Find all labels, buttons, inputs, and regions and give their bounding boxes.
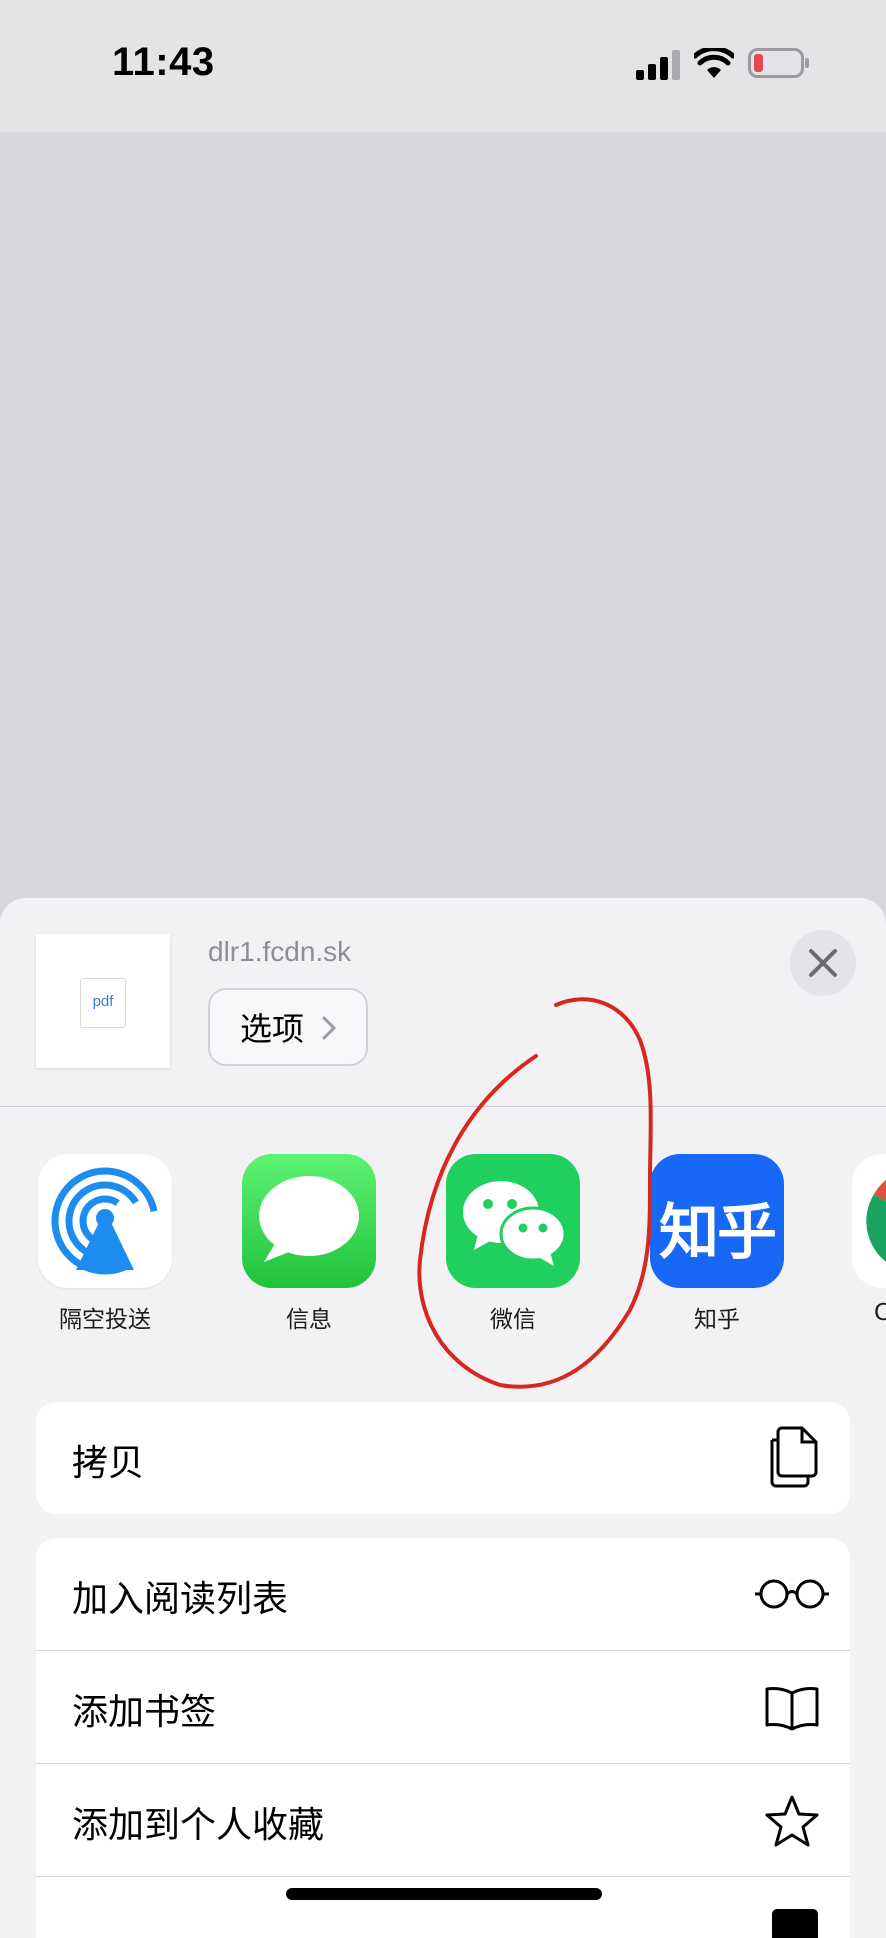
share-sheet: pdf dlr1.fcdn.sk 选项 隔空投送 信息 微信 知乎 知乎 C 拷…: [0, 898, 886, 1938]
app-label-chrome: C: [874, 1300, 886, 1326]
options-button[interactable]: 选项: [208, 988, 368, 1066]
file-type-label: pdf: [92, 993, 114, 1010]
action-add-bookmark-label: 添加书签: [72, 1692, 217, 1733]
close-icon: [809, 949, 837, 977]
status-bar: 11:43: [0, 0, 886, 132]
status-icons: [636, 46, 816, 86]
app-chrome[interactable]: C: [852, 1154, 886, 1326]
app-zhihu[interactable]: 知乎 知乎: [650, 1154, 786, 1334]
chrome-icon: [852, 1154, 886, 1288]
zhihu-icon: 知乎: [650, 1154, 784, 1288]
source-domain: dlr1.fcdn.sk: [208, 936, 352, 967]
battery-icon: [748, 48, 809, 78]
app-label-zhihu: 知乎: [694, 1307, 740, 1333]
action-copy-label: 拷贝: [72, 1443, 145, 1484]
action-next-partial[interactable]: [36, 1877, 850, 1938]
cellular-signal-icon: [636, 50, 680, 80]
action-add-bookmark[interactable]: 添加书签: [36, 1651, 850, 1764]
app-wechat[interactable]: 微信: [446, 1154, 582, 1334]
wechat-icon: [446, 1154, 580, 1288]
action-add-favorite[interactable]: 添加到个人收藏: [36, 1764, 850, 1877]
action-copy[interactable]: 拷贝: [36, 1402, 850, 1514]
action-reading-list-label: 加入阅读列表: [72, 1579, 289, 1620]
star-icon: [765, 1795, 819, 1847]
action-group-main: 加入阅读列表 添加书签 添加到个人收藏: [36, 1538, 850, 1938]
app-messages[interactable]: 信息: [242, 1154, 378, 1334]
airdrop-icon: [38, 1154, 172, 1288]
pdf-file-icon: pdf: [80, 978, 126, 1028]
copy-icon: [770, 1426, 818, 1488]
action-add-favorite-label: 添加到个人收藏: [72, 1805, 325, 1846]
app-airdrop[interactable]: 隔空投送: [38, 1154, 174, 1334]
wifi-icon: [694, 48, 734, 78]
file-thumbnail: pdf: [36, 934, 170, 1068]
close-button[interactable]: [790, 930, 856, 996]
glasses-icon: [755, 1579, 829, 1609]
header-divider: [0, 1106, 886, 1107]
status-time: 11:43: [112, 40, 215, 84]
app-label-wechat: 微信: [490, 1307, 536, 1333]
zhihu-logo-text: 知乎: [659, 1198, 777, 1268]
book-icon: [765, 1687, 819, 1731]
home-indicator: [286, 1888, 602, 1900]
options-label: 选项: [240, 1010, 305, 1048]
app-label-airdrop: 隔空投送: [59, 1307, 151, 1333]
share-apps-row: 隔空投送 信息 微信 知乎 知乎 C: [0, 1154, 886, 1333]
app-label-messages: 信息: [286, 1307, 332, 1333]
action-group-copy: 拷贝: [36, 1402, 850, 1514]
chevron-right-icon: [322, 1016, 336, 1040]
share-header: pdf dlr1.fcdn.sk 选项: [0, 898, 886, 1106]
partial-action-icon: [772, 1909, 818, 1938]
messages-icon: [242, 1154, 376, 1288]
action-reading-list[interactable]: 加入阅读列表: [36, 1538, 850, 1651]
